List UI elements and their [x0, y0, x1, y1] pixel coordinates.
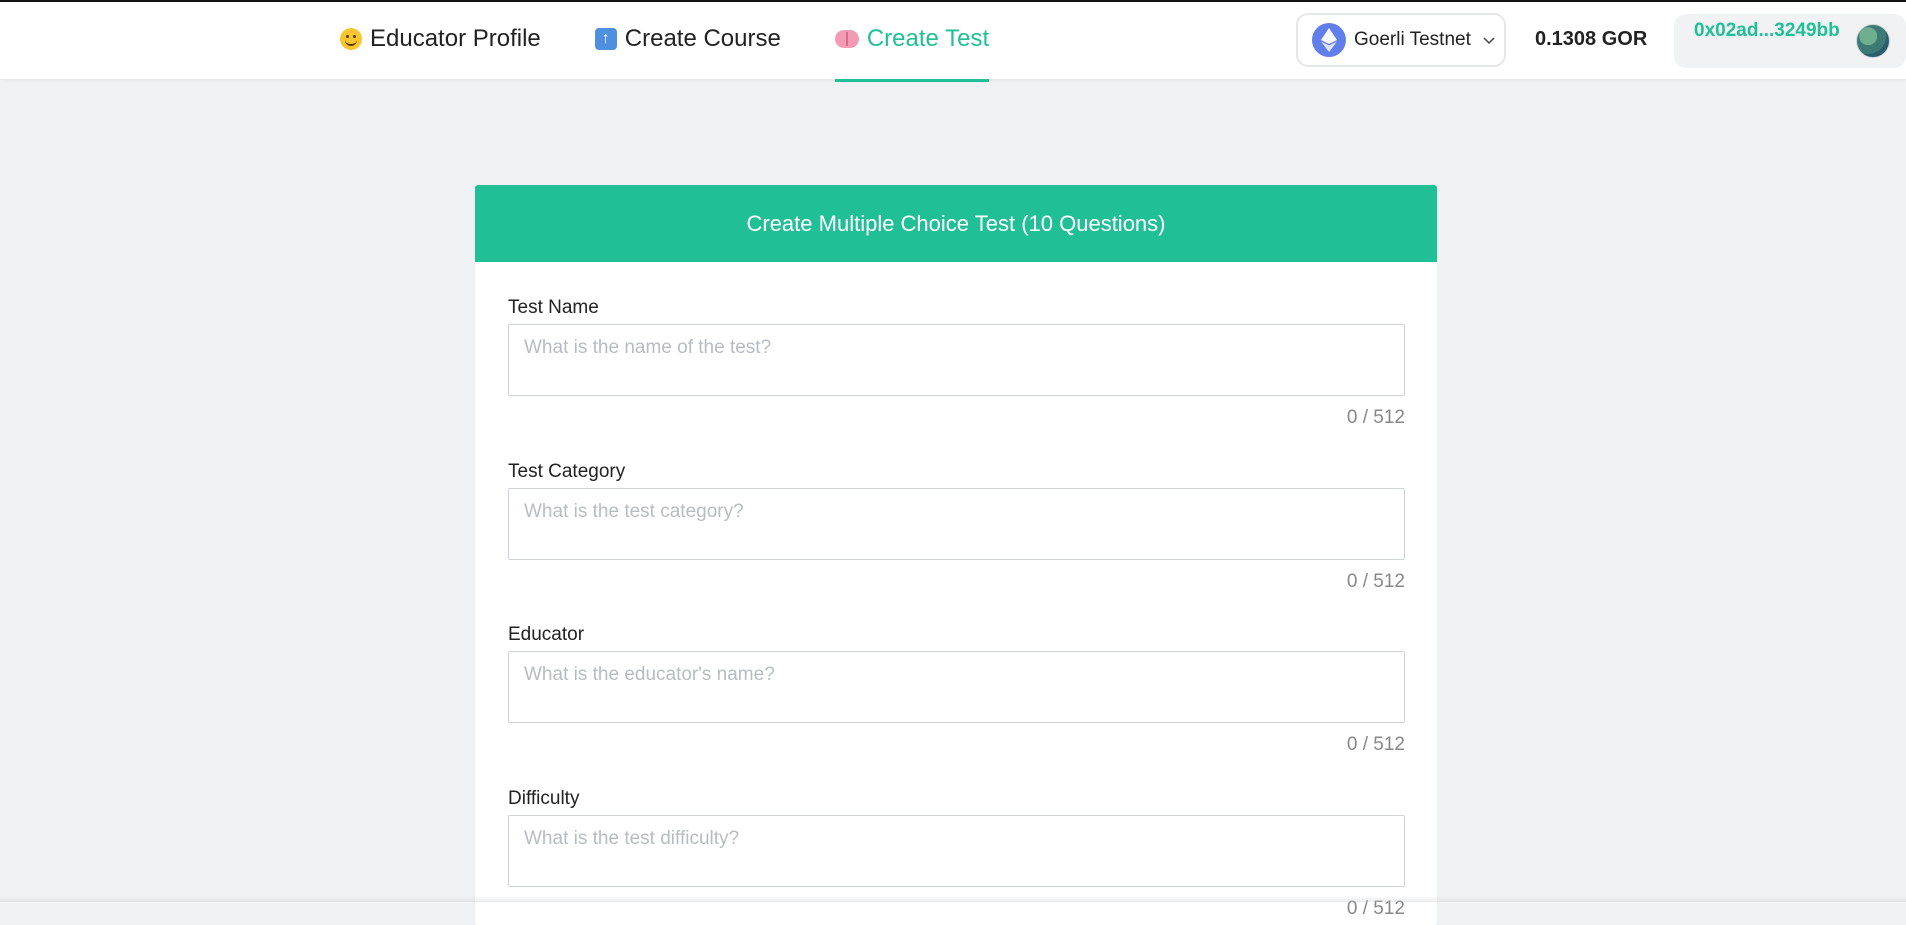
form-title: Create Multiple Choice Test (10 Question…: [475, 185, 1437, 262]
tab-label: Educator Profile: [370, 25, 541, 52]
educator-input[interactable]: [508, 651, 1405, 723]
test-category-input[interactable]: [508, 488, 1405, 560]
difficulty-input[interactable]: [508, 815, 1405, 887]
tab-label: Create Course: [624, 25, 781, 52]
tab-label: Create Test: [866, 25, 990, 52]
tab-create-course[interactable]: ↑ Create Course: [594, 2, 781, 82]
test-name-input[interactable]: [508, 324, 1405, 396]
test-category-label: Test Category: [508, 461, 626, 482]
create-test-form-card: Create Multiple Choice Test (10 Question…: [475, 185, 1437, 925]
network-selector-button[interactable]: Goerli Testnet: [1296, 13, 1506, 67]
up-arrow-icon: ↑: [594, 28, 617, 50]
difficulty-label: Difficulty: [508, 788, 580, 809]
test-name-label: Test Name: [508, 297, 599, 318]
avatar: [1856, 24, 1890, 58]
tab-educator-profile[interactable]: Educator Profile: [340, 2, 541, 82]
test-category-char-counter: 0 / 512: [1346, 571, 1405, 592]
wallet-balance: 0.1308 GOR: [1535, 28, 1648, 50]
account-button[interactable]: 0x02ad...3249bb: [1674, 14, 1906, 68]
test-name-field-group: Test Name 0 / 512: [508, 297, 1405, 429]
educator-label: Educator: [508, 624, 585, 645]
chevron-down-icon: [1483, 32, 1495, 48]
educator-field-group: Educator 0 / 512: [508, 624, 1405, 756]
ethereum-icon: [1312, 23, 1346, 57]
educator-char-counter: 0 / 512: [1346, 734, 1405, 755]
brain-icon: [834, 30, 859, 48]
wallet-address: 0x02ad...3249bb: [1694, 20, 1840, 41]
network-name: Goerli Testnet: [1354, 29, 1471, 50]
test-category-field-group: Test Category 0 / 512: [508, 461, 1405, 593]
smiley-face-icon: [340, 28, 362, 50]
tab-create-test[interactable]: Create Test: [834, 2, 990, 82]
top-navigation-bar: Educator Profile ↑ Create Course Create …: [0, 0, 1906, 82]
main-nav: Educator Profile ↑ Create Course Create …: [340, 2, 1043, 82]
test-name-char-counter: 0 / 512: [1346, 407, 1405, 428]
bottom-shadow: [0, 896, 1906, 902]
